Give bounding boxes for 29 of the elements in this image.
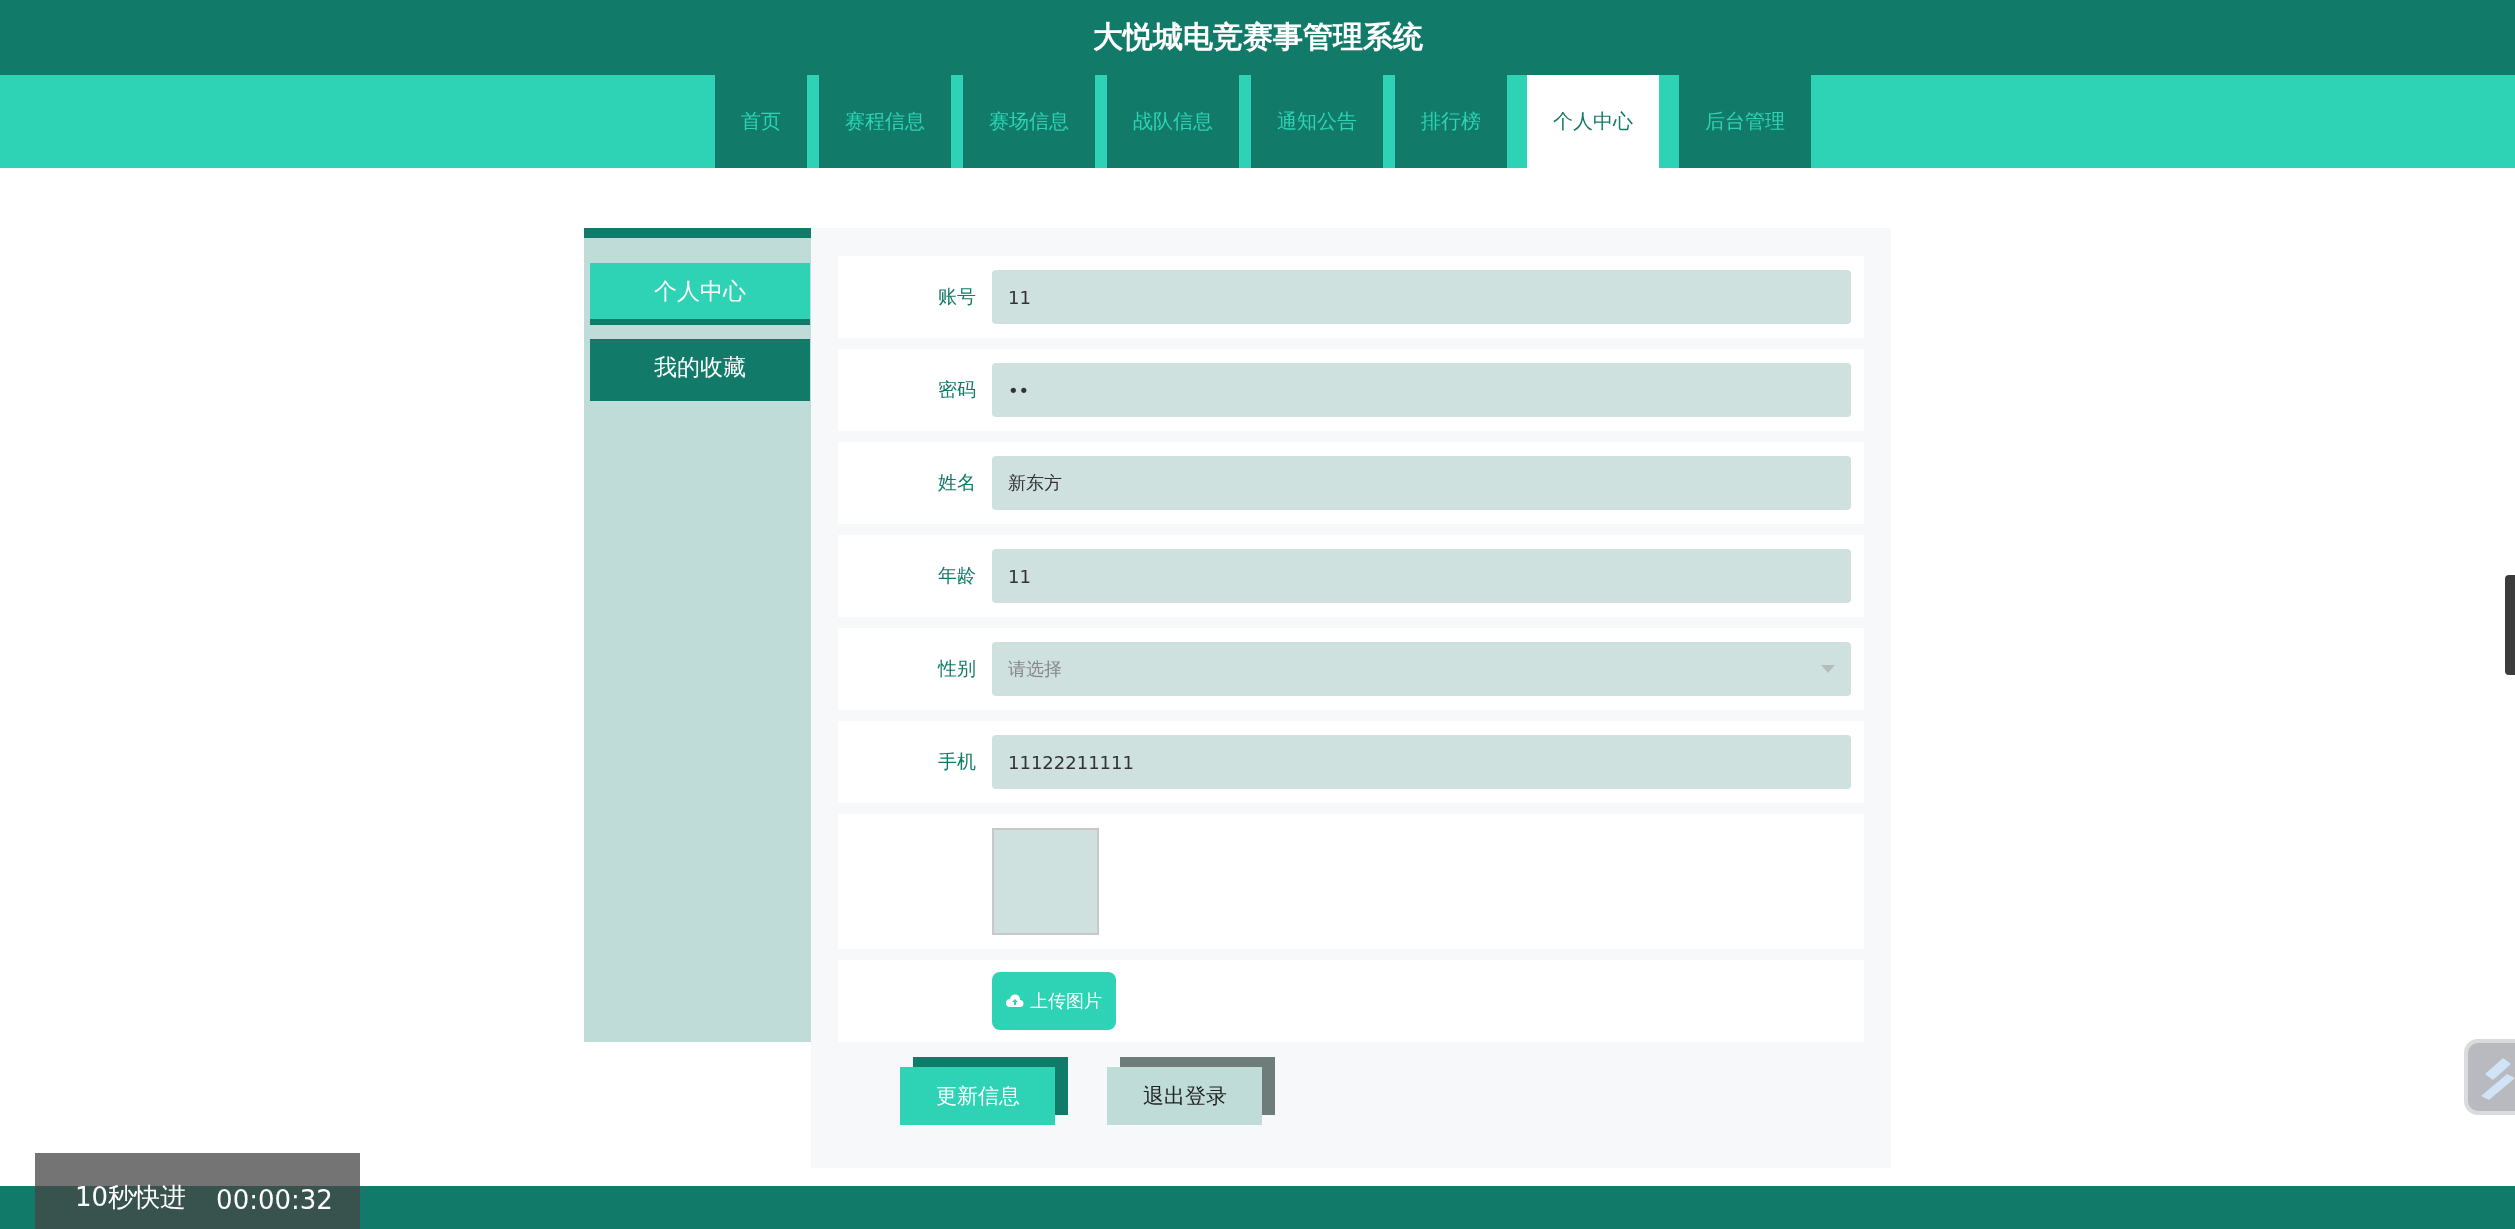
input-field[interactable]: 11122211111 (992, 735, 1851, 789)
site-title: 大悦城电竞赛事管理系统 (1092, 18, 1423, 56)
select-placeholder: 请选择 (1008, 657, 1062, 681)
input-field[interactable]: 11 (992, 270, 1851, 324)
field-label: 密码 (937, 377, 976, 402)
nav-tab[interactable]: 通知公告 (1250, 75, 1383, 168)
input-field[interactable]: •• (992, 363, 1851, 417)
nav-tab[interactable]: 首页 (714, 75, 807, 168)
nav-tab[interactable]: 战队信息 (1106, 75, 1239, 168)
playback-time: 00:00:32 (216, 1185, 333, 1215)
field-label: 账号 (937, 284, 976, 309)
field-label: 性别 (936, 656, 976, 681)
nav-tab[interactable]: 后台管理 (1678, 75, 1811, 168)
field-label: 姓名 (937, 470, 976, 495)
nav-tab[interactable]: 排行榜 (1394, 75, 1507, 168)
select-field[interactable]: 请选择 (992, 642, 1851, 696)
cloud-upload-icon (1006, 994, 1024, 1008)
nav-tab[interactable]: 赛场信息 (962, 75, 1095, 168)
side-handle[interactable] (2505, 575, 2515, 675)
field-label: 年龄 (937, 563, 976, 588)
caret-icon (1821, 665, 1835, 673)
input-field[interactable]: 11 (992, 549, 1851, 603)
input-field[interactable]: 新东方 (992, 456, 1851, 510)
field-label: 手机 (937, 749, 976, 774)
nav-tab[interactable]: 赛程信息 (818, 75, 951, 168)
upload-button[interactable]: 上传图片 (992, 972, 1116, 1030)
floating-widget-icon[interactable] (2463, 1038, 2515, 1116)
overlay-label[interactable]: 10秒快进 (75, 1180, 187, 1215)
nav-tab[interactable]: 个人中心 (1526, 75, 1659, 168)
